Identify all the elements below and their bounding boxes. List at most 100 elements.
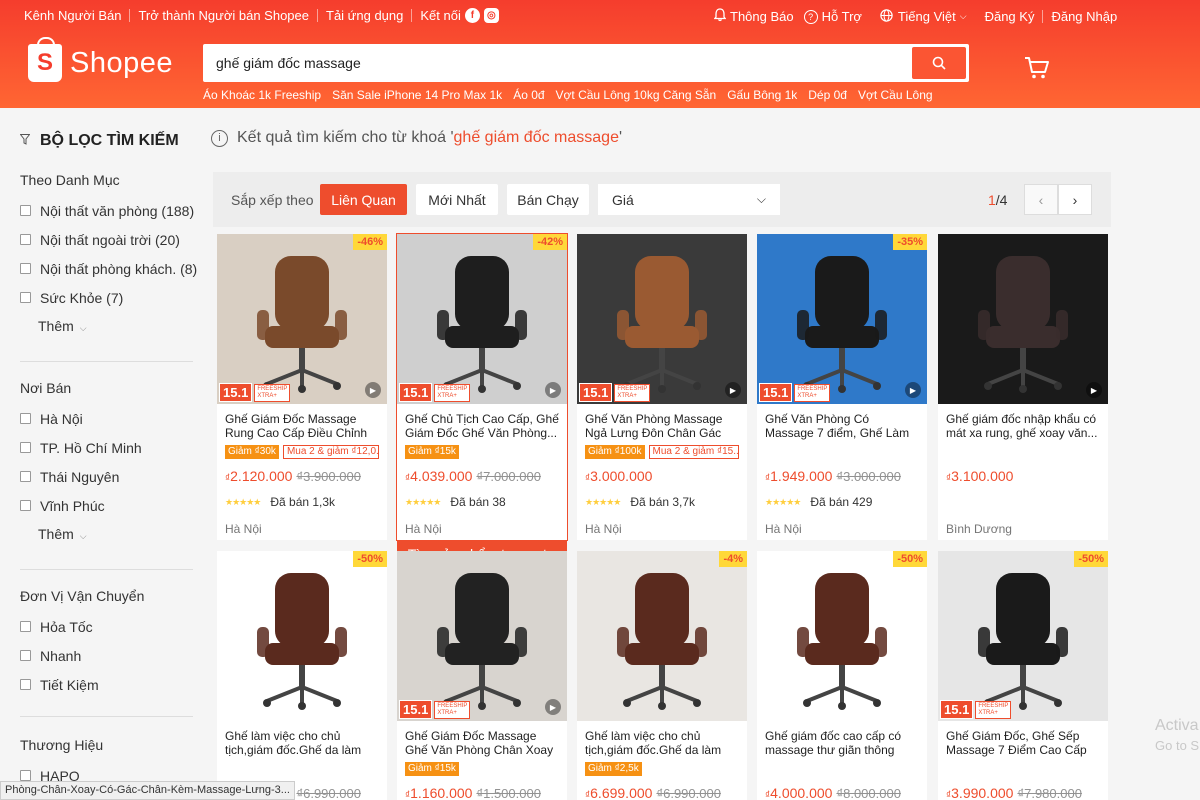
hotkey-link[interactable]: Dép 0đ	[808, 88, 847, 102]
language-select[interactable]: Tiếng Việt	[898, 9, 956, 24]
filter-option-label: Nhanh	[40, 647, 82, 664]
more-button[interactable]: Thêm ⌵	[20, 318, 193, 334]
play-video-icon[interactable]: ▶	[545, 699, 561, 715]
register-link[interactable]: Đăng Ký	[985, 9, 1035, 24]
checkbox[interactable]	[20, 292, 31, 303]
product-name[interactable]: Ghế Giám Đốc Massage Rung Cao Cấp Điều C…	[225, 412, 379, 440]
play-video-icon[interactable]: ▶	[365, 382, 381, 398]
filter-option[interactable]: Vĩnh Phúc	[20, 491, 193, 520]
checkbox[interactable]	[20, 500, 31, 511]
product-card[interactable]: -50% 15.1 FREESHIP XTRA+ Ghế Giám Đốc, Ghế S…	[938, 551, 1108, 800]
play-video-icon[interactable]: ▶	[1086, 382, 1102, 398]
checkbox[interactable]	[20, 471, 31, 482]
product-name[interactable]: Ghế Giám Đốc Massage Ghế Văn Phòng Chân …	[405, 729, 559, 757]
product-card[interactable]: -50% Ghế giám đốc cao cấp có massage thư …	[757, 551, 927, 800]
search-input[interactable]	[206, 47, 912, 79]
product-image[interactable]: 15.1 FREESHIP XTRA+ ▶	[397, 551, 567, 721]
search-button[interactable]	[912, 47, 966, 79]
checkbox[interactable]	[20, 650, 31, 661]
filter-option[interactable]: Hà Nội	[20, 404, 193, 433]
product-name[interactable]: Ghế Văn Phòng Massage Ngả Lưng Đôn Chân …	[585, 412, 739, 440]
sort-newest-button[interactable]: Mới Nhất	[416, 184, 498, 215]
seller-location: Hà Nội	[225, 522, 262, 536]
product-card[interactable]: -42% 15.1 FREESHIP XTRA+ ▶ Ghế Chủ Tịch Cao C…	[396, 233, 568, 568]
filter-option[interactable]: Hỏa Tốc	[20, 612, 193, 641]
product-card[interactable]: 15.1 FREESHIP XTRA+ ▶ Ghế Văn Phòng Massage …	[577, 234, 747, 540]
checkbox[interactable]	[20, 413, 31, 424]
support-link[interactable]: Hỗ Trợ	[822, 9, 862, 24]
filter-option[interactable]: Sức Khỏe (7)	[20, 283, 193, 312]
login-link[interactable]: Đăng Nhập	[1051, 9, 1117, 24]
checkbox[interactable]	[20, 234, 31, 245]
product-image[interactable]: -50%	[757, 551, 927, 721]
product-card[interactable]: ▶ Ghế giám đốc nhập khẩu có mát xa rung, …	[938, 234, 1108, 540]
product-name[interactable]: Ghế làm việc cho chủ tịch,giám đốc.Ghế d…	[225, 729, 379, 757]
product-name[interactable]: Ghế giám đốc nhập khẩu có mát xa rung, g…	[946, 412, 1100, 440]
product-image[interactable]: -50% 15.1 FREESHIP XTRA+	[938, 551, 1108, 721]
price-value: 4.000.000	[770, 785, 833, 800]
next-page-button[interactable]: ›	[1058, 184, 1092, 215]
original-price: ₫7.000.000	[476, 469, 541, 484]
price-sort-select[interactable]: Giá ⌵	[598, 184, 780, 215]
checkbox[interactable]	[20, 770, 31, 781]
filter-option[interactable]: Nhanh	[20, 641, 193, 670]
checkbox[interactable]	[20, 679, 31, 690]
cart-icon[interactable]	[1024, 56, 1054, 82]
product-image[interactable]: -42% 15.1 FREESHIP XTRA+ ▶	[397, 234, 567, 404]
notifications-link[interactable]: Thông Báo	[730, 9, 794, 24]
checkbox[interactable]	[20, 442, 31, 453]
product-name[interactable]: Ghế làm việc cho chủ tịch,giám đốc.Ghế d…	[585, 729, 739, 757]
more-button[interactable]: Thêm ⌵	[20, 526, 193, 542]
checkbox[interactable]	[20, 205, 31, 216]
facebook-icon[interactable]: f	[464, 8, 480, 23]
hotkey-link[interactable]: Áo 0đ	[513, 88, 544, 102]
chair-image	[978, 256, 1068, 393]
price-value: 4.039.000	[410, 468, 473, 484]
download-app-link[interactable]: Tải ứng dụng	[326, 8, 403, 23]
filter-option[interactable]: Thái Nguyên	[20, 462, 193, 491]
play-video-icon[interactable]: ▶	[725, 382, 741, 398]
sale-15-1-badge: 15.1	[399, 383, 433, 402]
product-image[interactable]: -46% 15.1 FREESHIP XTRA+ ▶	[217, 234, 387, 404]
product-name[interactable]: Ghế Chủ Tịch Cao Cấp, Ghế Giám Đốc Ghế V…	[405, 412, 559, 440]
filter-option[interactable]: Nội thất văn phòng (188)	[20, 196, 194, 225]
hotkey-link[interactable]: Vợt Cầu Lông 10kg Căng Sẵn	[556, 88, 717, 102]
become-seller-link[interactable]: Trở thành Người bán Shopee	[138, 8, 309, 23]
filter-option[interactable]: Nội thất ngoài trời (20)	[20, 225, 193, 254]
product-image[interactable]: -50%	[217, 551, 387, 721]
product-image[interactable]: ▶	[938, 234, 1108, 404]
sort-bestseller-button[interactable]: Bán Chạy	[507, 184, 589, 215]
lightbulb-icon: i	[211, 129, 228, 147]
trending-keywords: Áo Khoác 1k Freeship Săn Sale iPhone 14 …	[203, 88, 933, 102]
checkbox[interactable]	[20, 263, 31, 274]
product-card[interactable]: -4% Ghế làm việc cho chủ tịch,giám đốc.Gh…	[577, 551, 747, 800]
product-card[interactable]: -35% 15.1 FREESHIP XTRA+ ▶ Ghế Văn Phòng Có M…	[757, 234, 927, 540]
filter-option[interactable]: Tiết Kiệm	[20, 670, 193, 699]
seller-channel-link[interactable]: Kênh Người Bán	[24, 8, 121, 23]
product-name[interactable]: Ghế Văn Phòng Có Massage 7 điểm, Ghế Làm…	[765, 412, 919, 440]
instagram-icon[interactable]: ◎	[483, 8, 499, 23]
hotkey-link[interactable]: Săn Sale iPhone 14 Pro Max 1k	[332, 88, 502, 102]
filter-option-label: TP. Hồ Chí Minh	[40, 439, 142, 456]
hotkey-link[interactable]: Vợt Cầu Lông	[858, 88, 933, 102]
product-card[interactable]: 15.1 FREESHIP XTRA+ ▶ Ghế Giám Đốc Massage G…	[397, 551, 567, 800]
more-label: Thêm	[38, 526, 74, 542]
checkbox[interactable]	[20, 621, 31, 632]
product-name[interactable]: Ghế Giám Đốc, Ghế Sếp Massage 7 Điểm Cao…	[946, 729, 1100, 757]
product-card[interactable]: -46% 15.1 FREESHIP XTRA+ ▶ Ghế Giám Đốc Massa…	[217, 234, 387, 540]
play-video-icon[interactable]: ▶	[545, 382, 561, 398]
product-image[interactable]: 15.1 FREESHIP XTRA+ ▶	[577, 234, 747, 404]
shopee-logo[interactable]: S Shopee	[28, 37, 173, 82]
product-card[interactable]: -50% Ghế làm việc cho chủ tịch,giám đốc.G…	[217, 551, 387, 800]
sort-relevance-button[interactable]: Liên Quan	[320, 184, 407, 215]
product-image[interactable]: -35% 15.1 FREESHIP XTRA+ ▶	[757, 234, 927, 404]
play-video-icon[interactable]: ▶	[905, 382, 921, 398]
filter-option[interactable]: TP. Hồ Chí Minh	[20, 433, 193, 462]
product-image[interactable]: -4%	[577, 551, 747, 721]
filter-option[interactable]: Nội thất phòng khách. (8)	[20, 254, 197, 283]
hotkey-link[interactable]: Gấu Bông 1k	[727, 88, 797, 102]
hotkey-link[interactable]: Áo Khoác 1k Freeship	[203, 88, 321, 102]
bell-icon	[713, 8, 727, 25]
product-name[interactable]: Ghế giám đốc cao cấp có massage thư giãn…	[765, 729, 919, 757]
prev-page-button[interactable]: ‹	[1024, 184, 1058, 215]
